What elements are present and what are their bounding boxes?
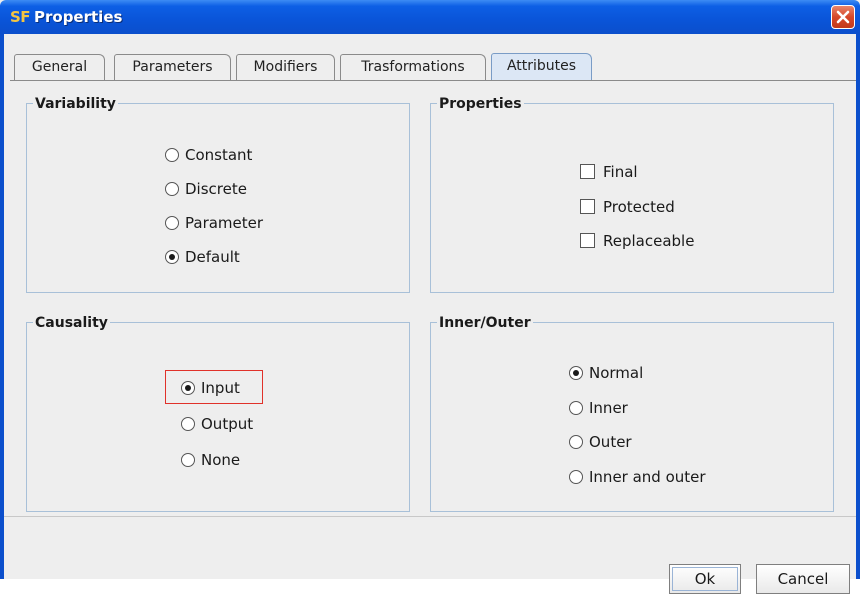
- checkbox-protected[interactable]: Protected: [580, 197, 710, 217]
- radio-button-icon: [569, 401, 583, 415]
- radio-parameter-label: Parameter: [185, 214, 264, 232]
- radio-output[interactable]: Output: [181, 414, 281, 434]
- radio-inner-label: Inner: [589, 399, 628, 417]
- checkbox-icon: [580, 199, 595, 214]
- window-frame-left: [0, 34, 4, 579]
- checkbox-final-label: Final: [603, 163, 638, 181]
- radio-none-label: None: [201, 451, 241, 469]
- properties-dialog: SF Properties General Parameters Modifie…: [0, 0, 860, 594]
- radio-button-icon: [181, 417, 195, 431]
- radio-inner-and-outer[interactable]: Inner and outer: [569, 467, 729, 487]
- radio-button-icon: [165, 216, 179, 230]
- radio-button-selected-icon: [165, 250, 179, 264]
- radio-inner[interactable]: Inner: [569, 398, 669, 418]
- checkbox-replaceable[interactable]: Replaceable: [580, 231, 710, 251]
- radio-normal[interactable]: Normal: [569, 363, 669, 383]
- checkbox-protected-label: Protected: [603, 198, 675, 216]
- radio-button-selected-icon: [181, 381, 195, 395]
- radio-button-icon: [165, 148, 179, 162]
- radio-button-icon: [181, 453, 195, 467]
- ok-button[interactable]: Ok: [669, 564, 741, 594]
- radio-button-selected-icon: [569, 366, 583, 380]
- radio-default[interactable]: Default: [165, 247, 285, 267]
- radio-button-icon: [569, 470, 583, 484]
- tab-trasformations[interactable]: Trasformations: [340, 54, 486, 80]
- tab-divider: [10, 80, 856, 81]
- radio-button-icon: [165, 182, 179, 196]
- radio-discrete[interactable]: Discrete: [165, 179, 285, 199]
- checkbox-icon: [580, 233, 595, 248]
- causality-title: Causality: [33, 314, 110, 332]
- radio-output-label: Output: [201, 415, 254, 433]
- radio-parameter[interactable]: Parameter: [165, 213, 285, 233]
- radio-outer[interactable]: Outer: [569, 432, 669, 452]
- radio-input[interactable]: Input: [181, 378, 261, 398]
- close-icon: [836, 10, 850, 24]
- radio-normal-label: Normal: [589, 364, 644, 382]
- app-logo-icon: SF: [10, 8, 31, 26]
- tab-modifiers[interactable]: Modifiers: [236, 54, 335, 80]
- radio-discrete-label: Discrete: [185, 180, 247, 198]
- checkbox-replaceable-label: Replaceable: [603, 232, 695, 250]
- checkbox-icon: [580, 164, 595, 179]
- button-bar: Ok Cancel: [4, 516, 856, 594]
- radio-inner-and-outer-label: Inner and outer: [589, 468, 706, 486]
- window-title: Properties: [34, 8, 123, 26]
- radio-constant-label: Constant: [185, 146, 253, 164]
- radio-outer-label: Outer: [589, 433, 632, 451]
- checkbox-final[interactable]: Final: [580, 162, 710, 182]
- radio-none[interactable]: None: [181, 450, 281, 470]
- title-bar[interactable]: SF Properties: [0, 0, 860, 34]
- radio-constant[interactable]: Constant: [165, 145, 285, 165]
- tab-general[interactable]: General: [14, 54, 105, 80]
- tab-attributes[interactable]: Attributes: [491, 53, 592, 81]
- window-frame-right: [856, 34, 860, 579]
- inner-outer-title: Inner/Outer: [437, 314, 533, 332]
- variability-title: Variability: [33, 95, 118, 113]
- radio-input-label: Input: [201, 379, 240, 397]
- tab-strip: General Parameters Modifiers Trasformati…: [4, 34, 856, 84]
- radio-default-label: Default: [185, 248, 240, 266]
- tab-parameters[interactable]: Parameters: [114, 54, 231, 80]
- cancel-button[interactable]: Cancel: [756, 564, 850, 594]
- close-button[interactable]: [831, 5, 855, 29]
- properties-title: Properties: [437, 95, 524, 113]
- radio-button-icon: [569, 435, 583, 449]
